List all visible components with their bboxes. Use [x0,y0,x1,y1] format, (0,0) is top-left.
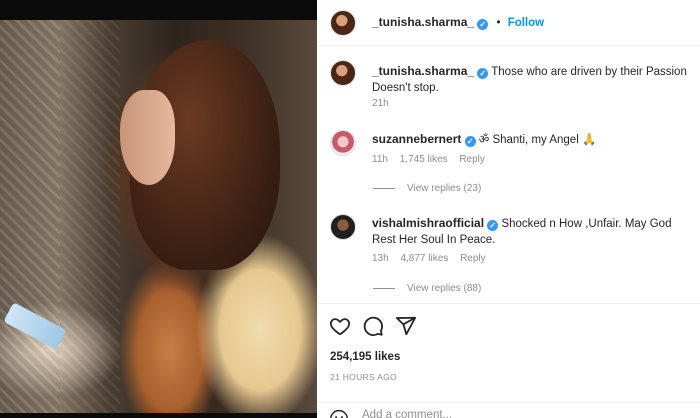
view-replies-label: View replies (23) [407,183,482,194]
comment-username[interactable]: vishalmishraofficial [372,216,484,230]
caption-time[interactable]: 21h [372,98,389,109]
comment-avatar[interactable] [330,214,356,240]
post-time[interactable]: 21 HOURS AGO [330,372,397,382]
comment-text: ॐ Shanti, my Angel 🙏 [478,134,597,146]
author-avatar[interactable] [330,10,356,36]
view-replies-button[interactable]: View replies (23) [373,183,481,194]
comment-item: suzannebernert ✓ ॐ Shanti, my Angel 🙏 [372,131,692,148]
comment-likes[interactable]: 1,745 likes [400,154,448,165]
post-sidebar: _tunisha.sharma_ ✓ • Follow _tunisha.sha… [317,0,700,418]
caption-avatar[interactable] [330,60,356,86]
author-row: _tunisha.sharma_ ✓ • Follow [372,15,544,30]
photo-face [120,90,175,185]
verified-badge-icon: ✓ [477,19,489,30]
comment-time[interactable]: 11h [372,154,388,165]
comment-username[interactable]: suzannebernert [372,132,461,146]
add-comment-input[interactable] [362,409,612,418]
separator-dot: • [496,17,501,29]
comment-likes[interactable]: 4,877 likes [400,253,448,264]
comment-meta: 11h 1,745 likes Reply [372,154,494,165]
add-comment-bar [317,402,700,418]
post-media-pane [0,0,317,418]
follow-button[interactable]: Follow [508,17,544,29]
view-replies-button[interactable]: View replies (88) [373,283,481,294]
comment-time[interactable]: 13h [372,253,389,264]
share-icon[interactable] [395,315,417,337]
post-caption: _tunisha.sharma_ ✓ Those who are driven … [372,63,690,96]
comment-reply-button[interactable]: Reply [460,253,486,264]
replies-line [373,287,395,289]
comment-avatar[interactable] [330,130,356,156]
likes-count[interactable]: 254,195 likes [330,351,400,363]
verified-badge-icon: ✓ [464,136,476,147]
caption-meta: 21h [372,98,398,109]
photo-carving-left [0,20,60,413]
post-photo[interactable] [0,20,317,413]
view-replies-label: View replies (88) [407,283,482,294]
replies-line [373,187,395,189]
author-username[interactable]: _tunisha.sharma_ [372,15,474,29]
verified-badge-icon: ✓ [477,68,489,79]
post-actions: 254,195 likes 21 HOURS AGO [317,303,700,418]
comment-meta: 13h 4,877 likes Reply [372,253,495,264]
heart-icon[interactable] [329,315,351,337]
comment-icon[interactable] [362,315,384,337]
verified-badge-icon: ✓ [487,220,499,231]
emoji-icon[interactable] [329,409,349,418]
caption-username[interactable]: _tunisha.sharma_ [372,64,474,78]
comment-item: vishalmishraofficial ✓ Shocked n How ,Un… [372,215,692,248]
comment-reply-button[interactable]: Reply [459,154,485,165]
photo-carving-mid [60,20,120,413]
post-header: _tunisha.sharma_ ✓ • Follow [317,0,700,46]
